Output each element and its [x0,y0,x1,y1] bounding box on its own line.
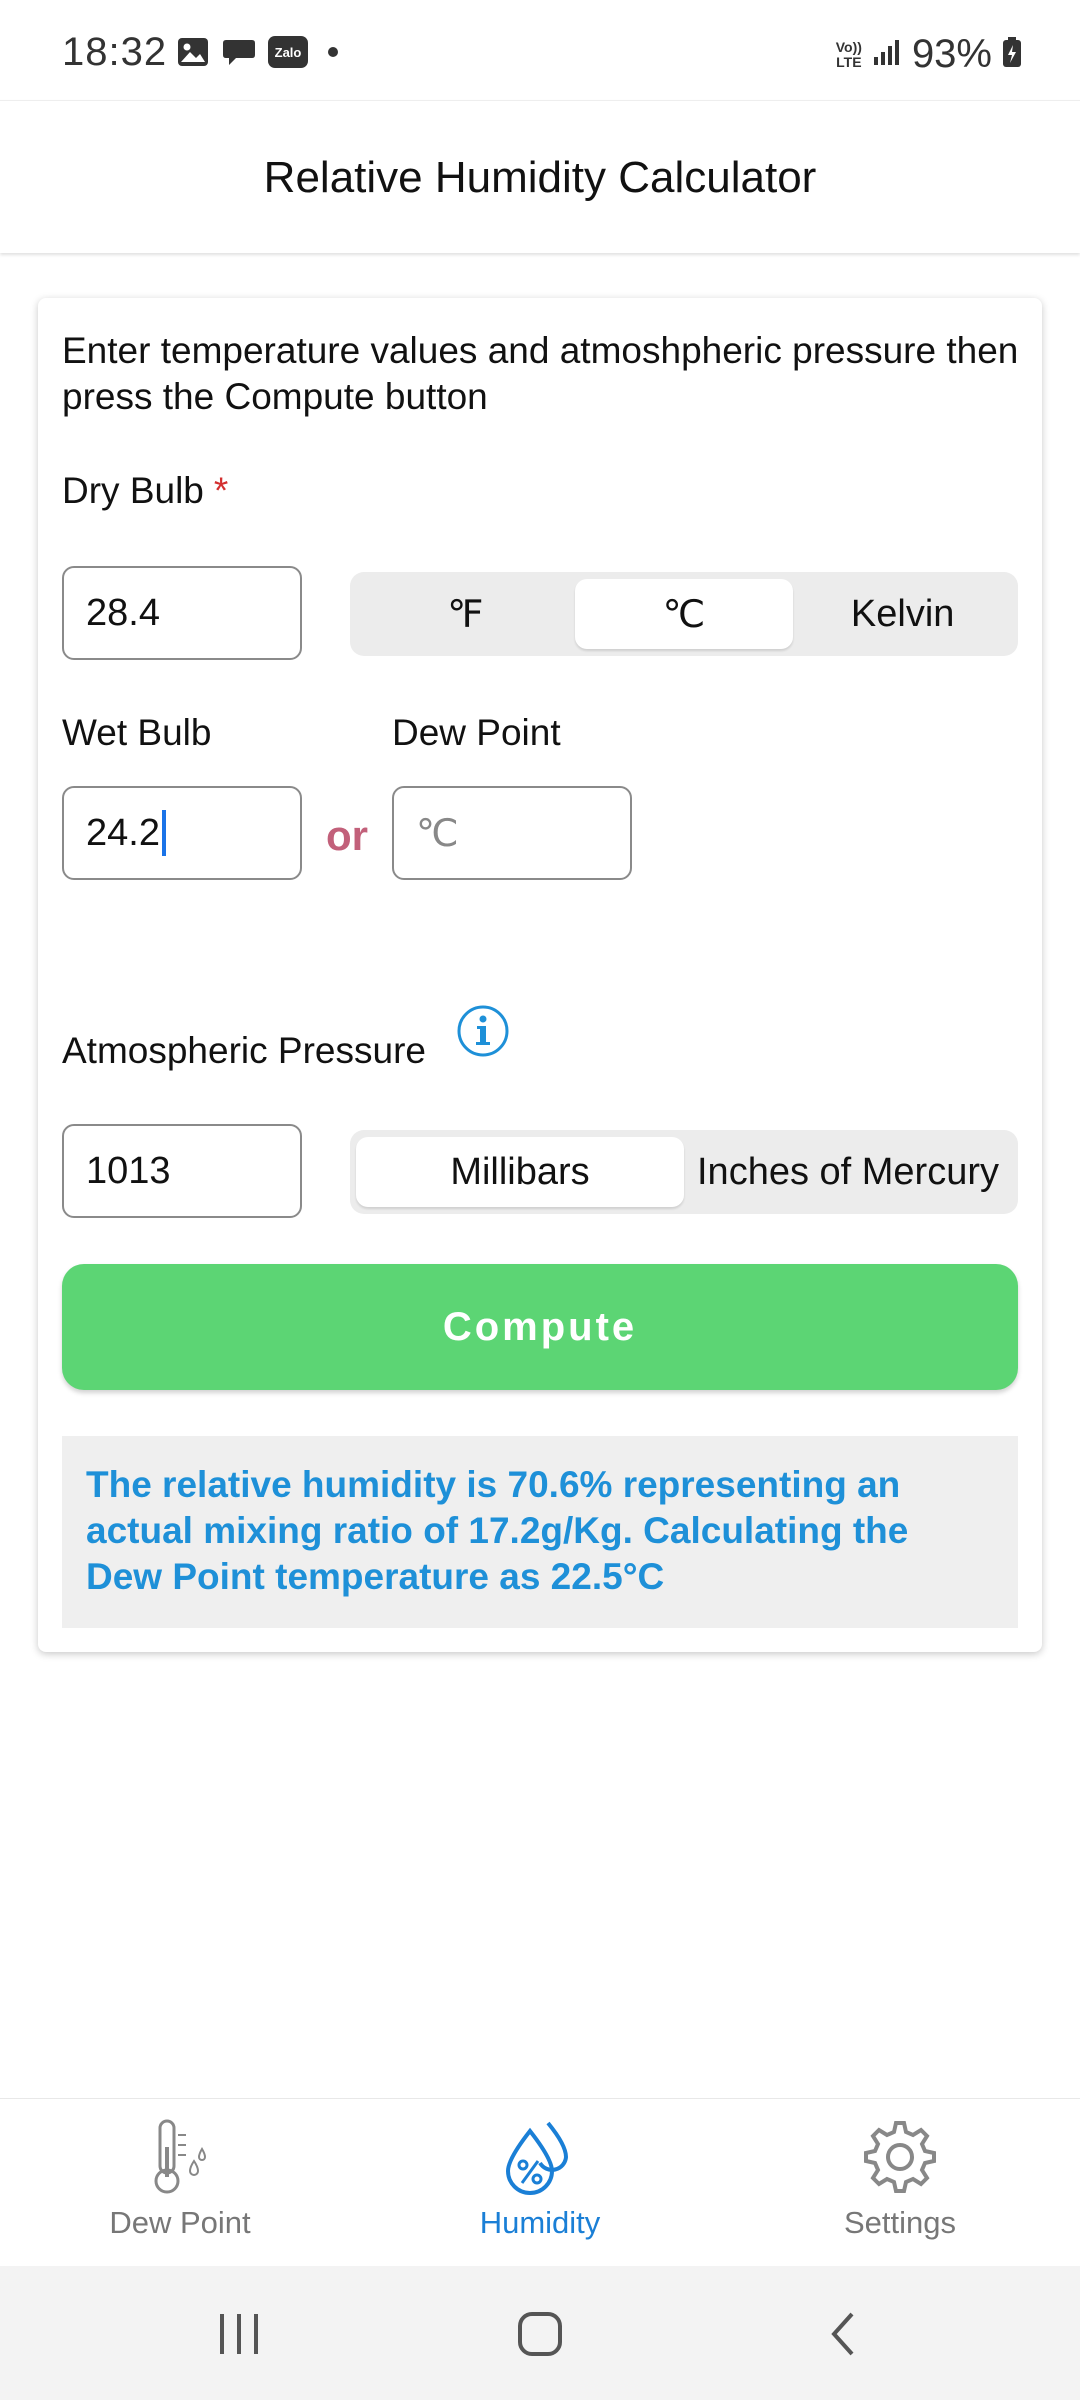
instructions-text: Enter temperature values and atmoshpheri… [62,330,1019,417]
dry-bulb-label: Dry Bulb * [62,470,228,512]
or-separator: or [326,812,368,859]
text-cursor [161,810,166,856]
pressure-value: 1013 [86,1149,171,1192]
nav-item-humidity[interactable]: Humidity [390,2117,690,2241]
nav-item-settings[interactable]: Settings [750,2117,1050,2241]
result-text: The relative humidity is 70.6% represent… [62,1436,1018,1628]
nav-label-settings: Settings [843,2205,956,2240]
status-bar: 18:32 Zalo Vo)) LTE 93% [0,0,1080,100]
recent-apps-icon[interactable] [214,2312,264,2356]
pressure-label: Atmospheric Pressure [62,1030,426,1071]
battery-icon [1002,36,1022,73]
dew-point-input[interactable]: ℃ [392,786,632,880]
pressure-unit-selector: Millibars Inches of Mercury [350,1130,1018,1214]
calculator-card: Enter temperature values and atmoshpheri… [38,298,1042,1652]
page-title: Relative Humidity Calculator [263,153,817,202]
humidity-drops-icon [505,2121,569,2195]
dot-icon [328,47,338,57]
unit-inches-mercury-option[interactable]: Inches of Mercury [684,1137,1012,1207]
volte-icon: Vo)) LTE [835,38,862,70]
status-right: Vo)) LTE 93% [836,32,1022,77]
gallery-icon [176,36,210,68]
chat-icon [222,36,256,68]
unit-kelvin-option[interactable]: Kelvin [793,579,1012,649]
unit-millibars-option[interactable]: Millibars [356,1137,684,1207]
nav-item-dew-point[interactable]: Dew Point [30,2117,330,2241]
wet-bulb-input[interactable]: 24.2 [62,786,302,880]
thermometer-icon [154,2119,207,2194]
bottom-navigation: Dew Point Humidity Settings [0,2098,1080,2267]
home-icon[interactable] [516,2310,564,2358]
app-header: Relative Humidity Calculator [0,100,1080,253]
pressure-input[interactable]: 1013 [62,1124,302,1218]
dry-bulb-unit-selector: ℉ ℃ Kelvin [350,572,1018,656]
dew-point-label: Dew Point [392,712,561,753]
zalo-icon: Zalo [268,36,308,68]
required-mark: * [213,470,229,511]
dry-bulb-input[interactable]: 28.4 [62,566,302,660]
dry-bulb-value: 28.4 [86,591,160,634]
signal-icon [872,37,902,72]
battery-percent: 93% [911,32,992,76]
wet-bulb-label: Wet Bulb [62,712,212,753]
unit-fahrenheit-option[interactable]: ℉ [356,579,575,649]
system-navigation-bar [0,2266,1080,2400]
notification-icons: Zalo [176,36,338,68]
gear-icon [864,2121,936,2193]
unit-celsius-option[interactable]: ℃ [574,579,794,649]
dry-bulb-label-text: Dry Bulb [62,470,204,511]
back-icon[interactable] [826,2310,862,2358]
status-time: 18:32 [62,30,168,74]
wet-bulb-value: 24.2 [86,811,160,854]
info-icon[interactable] [456,1004,510,1058]
compute-button[interactable]: Compute [62,1264,1018,1390]
dew-point-placeholder: ℃ [416,812,459,855]
nav-label-humidity: Humidity [479,2205,601,2240]
nav-label-dew-point: Dew Point [109,2205,251,2240]
